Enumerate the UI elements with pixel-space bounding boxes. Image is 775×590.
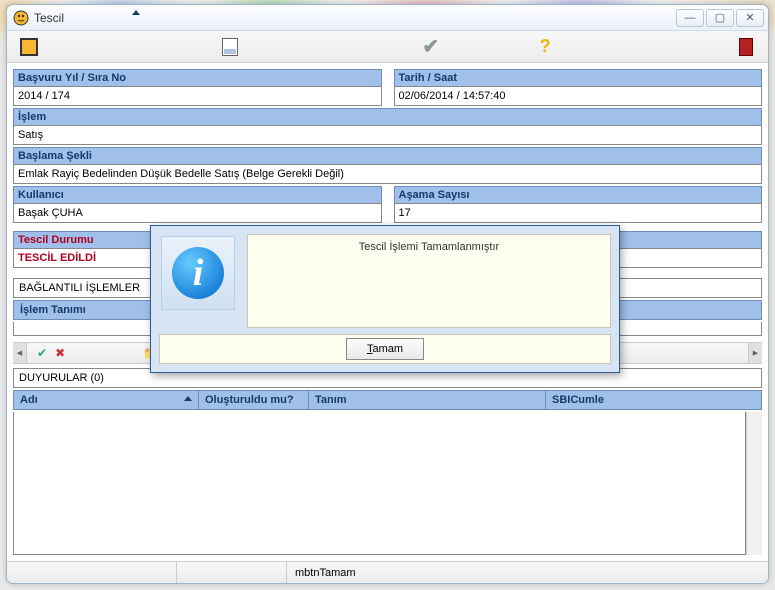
baslama-value[interactable]: Emlak Rayiç Bedelinden Düşük Bedelle Sat… <box>13 164 762 184</box>
info-dialog: i Tescil İşlemi Tamamlanmıştır Tamam <box>150 225 620 373</box>
info-icon-wrap: i <box>161 236 235 310</box>
islem-value[interactable]: Satış <box>13 125 762 145</box>
help-icon[interactable]: ? <box>534 36 556 58</box>
status-cell-1 <box>7 562 177 583</box>
basvuru-label: Başvuru Yıl / Sıra No <box>13 69 382 86</box>
close-red-icon[interactable] <box>735 36 757 58</box>
tamam-button[interactable]: Tamam <box>346 338 424 360</box>
app-icon <box>13 10 29 26</box>
col-islem-tanimi[interactable]: İşlem Tanımı <box>14 301 154 319</box>
col-adi[interactable]: Adı <box>14 391 199 409</box>
minimize-button[interactable]: — <box>676 9 704 27</box>
asama-value[interactable]: 17 <box>394 203 763 223</box>
announcements-grid-header: Adı Oluşturuldu mu? Tanım SBICumle <box>13 390 762 410</box>
islem-label: İşlem <box>13 108 762 125</box>
document-icon[interactable] <box>219 36 241 58</box>
check-icon[interactable]: ✔ <box>420 36 442 58</box>
dialog-message: Tescil İşlemi Tamamlanmıştır <box>247 234 611 328</box>
window-title: Tescil <box>34 11 676 25</box>
col-sbi[interactable]: SBICumle <box>546 391 761 409</box>
baslama-label: Başlama Şekli <box>13 147 762 164</box>
status-cell-2 <box>177 562 287 583</box>
scrollbar[interactable] <box>746 412 762 555</box>
approve-icon[interactable]: ✔ <box>37 346 47 360</box>
maximize-button[interactable]: ▢ <box>706 9 734 27</box>
col-tanim[interactable]: Tanım <box>309 391 546 409</box>
basvuru-value[interactable]: 2014 / 174 <box>13 86 382 106</box>
status-hint: mbtnTamam <box>287 562 768 583</box>
close-button[interactable]: ✕ <box>736 9 764 27</box>
announcements-grid-body[interactable] <box>13 412 746 555</box>
titlebar[interactable]: Tescil — ▢ ✕ <box>7 5 768 31</box>
tarih-value[interactable]: 02/06/2014 / 14:57:40 <box>394 86 763 106</box>
scroll-left-icon[interactable]: ◀ <box>13 343 27 363</box>
asama-label: Aşama Sayısı <box>394 186 763 203</box>
scroll-right-icon[interactable]: ▶ <box>748 343 762 363</box>
info-icon: i <box>172 247 224 299</box>
reject-icon[interactable]: ✖ <box>55 346 65 360</box>
kullanici-label: Kullanıcı <box>13 186 382 203</box>
col-olusturuldu[interactable]: Oluşturuldu mu? <box>199 391 309 409</box>
main-toolbar: ✔ ? <box>7 31 768 63</box>
sun-icon[interactable] <box>18 36 40 58</box>
statusbar: mbtnTamam <box>7 561 768 583</box>
kullanici-value[interactable]: Başak ÇUHA <box>13 203 382 223</box>
tarih-label: Tarih / Saat <box>394 69 763 86</box>
